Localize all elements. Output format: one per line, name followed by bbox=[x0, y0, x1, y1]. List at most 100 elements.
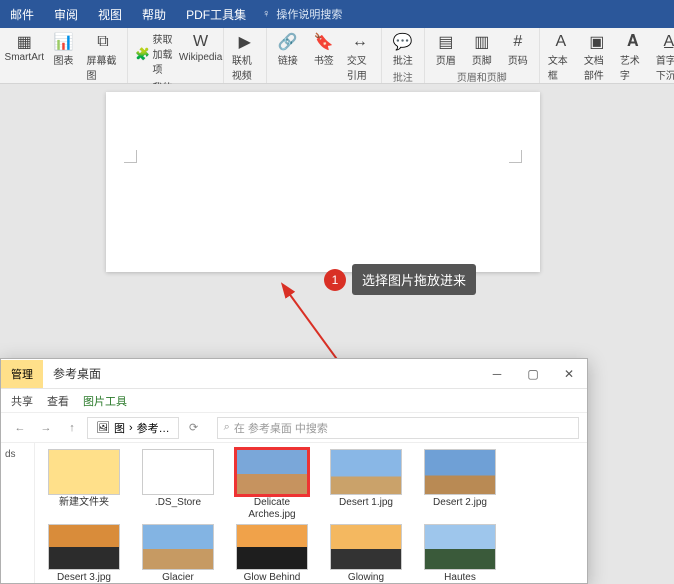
menu-view[interactable]: 查看 bbox=[47, 393, 69, 409]
explorer-nav: ← → ↑ 🖼 图 › 参考… ⟳ ⌕ 在 参考桌面 中搜索 bbox=[1, 413, 587, 443]
file-thumbnail bbox=[330, 449, 402, 495]
online-video-button[interactable]: ▶联机视频 bbox=[228, 30, 262, 84]
breadcrumb[interactable]: 🖼 图 › 参考… bbox=[87, 417, 179, 439]
file-item[interactable]: Hautes Pyrenees.jpg bbox=[419, 524, 501, 583]
file-thumbnail bbox=[236, 524, 308, 570]
file-item[interactable]: 新建文件夹 bbox=[43, 449, 125, 520]
callout-text: 选择图片拖放进来 bbox=[352, 264, 476, 295]
group-illustration: ▦SmartArt 📊图表 ⧉屏幕截图 插图 bbox=[0, 28, 128, 83]
crossref-button[interactable]: ↔交叉引用 bbox=[343, 30, 377, 84]
ribbon-body: ▦SmartArt 📊图表 ⧉屏幕截图 插图 🧩获取加载项 ➕我的加载项 WWi… bbox=[0, 28, 674, 84]
file-name: Hautes Pyrenees.jpg bbox=[420, 572, 500, 583]
file-name: Glow Behind Hood.jpg bbox=[232, 572, 312, 583]
file-item[interactable]: Glowing Summit.jpg bbox=[325, 524, 407, 583]
file-item[interactable]: Delicate Arches.jpg bbox=[231, 449, 313, 520]
search-icon: ⌕ bbox=[224, 421, 230, 434]
textbox-button[interactable]: A文本框 bbox=[544, 30, 578, 84]
tab-pdf[interactable]: PDF工具集 bbox=[176, 0, 256, 28]
pagenum-button[interactable]: #页码 bbox=[501, 30, 535, 69]
file-name: Desert 1.jpg bbox=[339, 497, 393, 509]
screenshot-icon: ⧉ bbox=[93, 32, 113, 52]
bookmark-icon: 🔖 bbox=[314, 32, 334, 52]
file-name: .DS_Store bbox=[155, 497, 201, 509]
explorer-search[interactable]: ⌕ 在 参考桌面 中搜索 bbox=[217, 417, 579, 439]
document-page[interactable] bbox=[106, 92, 540, 272]
wikipedia-button[interactable]: WWikipedia bbox=[182, 30, 218, 65]
callout-number: 1 bbox=[324, 269, 346, 291]
link-button[interactable]: 🔗链接 bbox=[271, 30, 305, 69]
explorer-menu: 共享 查看 图片工具 bbox=[1, 389, 587, 413]
group-links: 🔗链接 🔖书签 ↔交叉引用 链接 bbox=[267, 28, 382, 83]
file-thumbnail bbox=[424, 449, 496, 495]
file-name: Delicate Arches.jpg bbox=[232, 497, 312, 520]
textbox-icon: A bbox=[551, 32, 571, 52]
group-comments: 💬批注 批注 bbox=[382, 28, 425, 83]
bookmark-button[interactable]: 🔖书签 bbox=[307, 30, 341, 69]
explorer-file-grid: 新建文件夹 .DS_Store Delicate Arches.jpg Desert … bbox=[35, 443, 587, 583]
get-addins-button[interactable]: 🧩获取加载项 bbox=[132, 30, 180, 77]
menu-share[interactable]: 共享 bbox=[11, 393, 33, 409]
tab-view[interactable]: 视图 bbox=[88, 0, 132, 28]
tab-review[interactable]: 审阅 bbox=[44, 0, 88, 28]
group-text: A文本框 ▣文档部件 𝐀艺术字 A̲首字下沉 文本 bbox=[540, 28, 674, 83]
lightbulb-icon: ♀ bbox=[262, 8, 270, 20]
file-thumbnail bbox=[48, 449, 120, 495]
tell-me-search[interactable]: 操作说明搜索 bbox=[276, 6, 342, 22]
file-item[interactable]: Desert 3.jpg bbox=[43, 524, 125, 583]
file-thumbnail bbox=[236, 449, 308, 495]
nav-forward-button[interactable]: → bbox=[35, 417, 57, 439]
annotation-callout: 1 选择图片拖放进来 bbox=[324, 264, 476, 295]
smartart-icon: ▦ bbox=[14, 32, 34, 52]
refresh-button[interactable]: ⟳ bbox=[183, 417, 205, 439]
explorer-window-title: 参考桌面 bbox=[43, 359, 111, 388]
comment-button[interactable]: 💬批注 bbox=[386, 30, 420, 69]
crossref-icon: ↔ bbox=[350, 32, 370, 52]
quickparts-icon: ▣ bbox=[587, 32, 607, 52]
group-headerfooter: ▤页眉 ▥页脚 #页码 页眉和页脚 bbox=[425, 28, 540, 83]
link-icon: 🔗 bbox=[278, 32, 298, 52]
chart-button[interactable]: 📊图表 bbox=[47, 30, 81, 69]
video-icon: ▶ bbox=[235, 32, 255, 52]
file-item[interactable]: .DS_Store bbox=[137, 449, 219, 520]
file-item[interactable]: Glacier Trifecta.jpg bbox=[137, 524, 219, 583]
tab-mail[interactable]: 邮件 bbox=[0, 0, 44, 28]
footer-button[interactable]: ▥页脚 bbox=[465, 30, 499, 69]
close-button[interactable]: ✕ bbox=[551, 360, 587, 388]
nav-back-button[interactable]: ← bbox=[9, 417, 31, 439]
folder-icon: 🖼 bbox=[96, 421, 110, 434]
file-item[interactable]: Glow Behind Hood.jpg bbox=[231, 524, 313, 583]
quickparts-button[interactable]: ▣文档部件 bbox=[580, 30, 614, 84]
file-thumbnail bbox=[330, 524, 402, 570]
explorer-tab-manage[interactable]: 管理 bbox=[1, 360, 43, 388]
explorer-titlebar: 管理 参考桌面 ─ ▢ ✕ bbox=[1, 359, 587, 389]
file-name: Desert 2.jpg bbox=[433, 497, 487, 509]
ribbon-tabs: 邮件 审阅 视图 帮助 PDF工具集 ♀ 操作说明搜索 bbox=[0, 0, 674, 28]
store-icon: 🧩 bbox=[135, 47, 149, 61]
nav-up-button[interactable]: ↑ bbox=[61, 417, 83, 439]
footer-icon: ▥ bbox=[472, 32, 492, 52]
maximize-button[interactable]: ▢ bbox=[515, 360, 551, 388]
screenshot-button[interactable]: ⧉屏幕截图 bbox=[83, 30, 124, 84]
header-button[interactable]: ▤页眉 bbox=[429, 30, 463, 69]
explorer-sidebar[interactable]: ds bbox=[1, 443, 35, 583]
dropcap-button[interactable]: A̲首字下沉 bbox=[652, 30, 674, 84]
group-label: 批注 bbox=[393, 69, 413, 85]
group-label: 页眉和页脚 bbox=[457, 69, 507, 85]
tab-help[interactable]: 帮助 bbox=[132, 0, 176, 28]
file-explorer-window: 管理 参考桌面 ─ ▢ ✕ 共享 查看 图片工具 ← → ↑ 🖼 图 › 参考…… bbox=[0, 358, 588, 584]
dropcap-icon: A̲ bbox=[659, 32, 674, 52]
group-media: ▶联机视频 媒体 bbox=[224, 28, 267, 83]
file-thumbnail bbox=[142, 524, 214, 570]
file-thumbnail bbox=[142, 449, 214, 495]
explorer-subtab[interactable]: 图片工具 bbox=[83, 393, 127, 409]
file-thumbnail bbox=[424, 524, 496, 570]
file-item[interactable]: Desert 1.jpg bbox=[325, 449, 407, 520]
group-addins: 🧩获取加载项 ➕我的加载项 WWikipedia 加载项 bbox=[128, 28, 223, 83]
wikipedia-icon: W bbox=[191, 32, 211, 52]
smartart-button[interactable]: ▦SmartArt bbox=[4, 30, 45, 65]
minimize-button[interactable]: ─ bbox=[479, 360, 515, 388]
file-name: Desert 3.jpg bbox=[57, 572, 111, 583]
file-name: Glacier Trifecta.jpg bbox=[138, 572, 218, 583]
wordart-button[interactable]: 𝐀艺术字 bbox=[616, 30, 650, 84]
file-item[interactable]: Desert 2.jpg bbox=[419, 449, 501, 520]
